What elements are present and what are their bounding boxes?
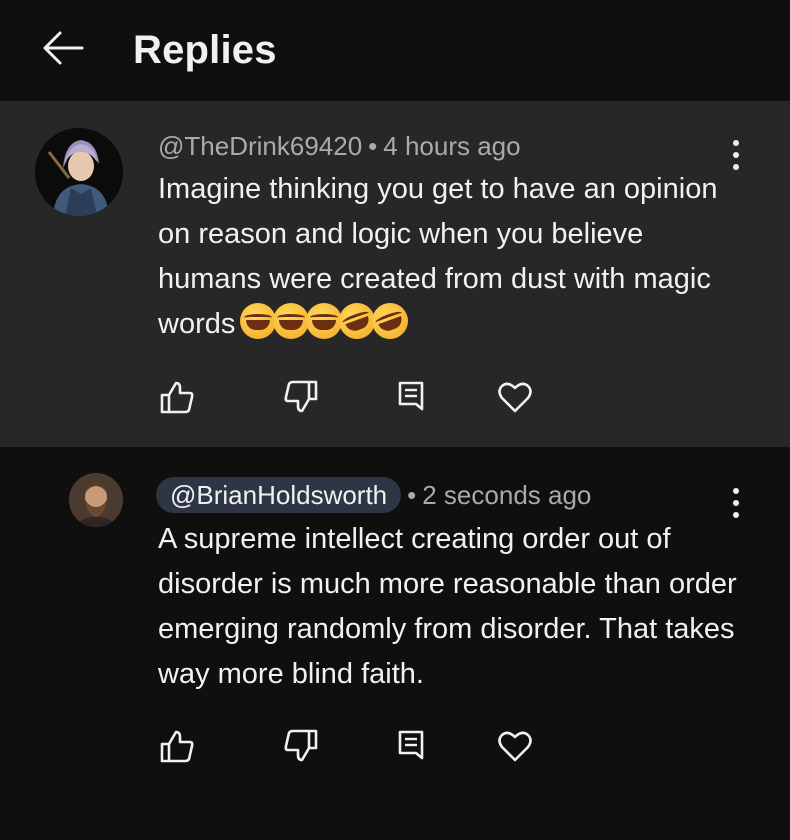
dislike-button[interactable] xyxy=(279,720,323,770)
anime-character-avatar-icon xyxy=(35,128,123,216)
thumbs-down-icon xyxy=(284,380,318,413)
comment-actions xyxy=(0,371,790,421)
arrow-left-icon xyxy=(43,31,84,65)
thumbs-down-icon xyxy=(284,729,318,762)
comment-icon xyxy=(398,381,424,411)
thumbs-up-icon xyxy=(160,381,194,414)
like-button[interactable] xyxy=(155,371,199,421)
laughing-emoji-icon xyxy=(273,303,310,339)
heart-icon xyxy=(498,731,532,762)
heart-button[interactable] xyxy=(493,720,537,770)
meta-separator: • xyxy=(368,131,378,161)
reply-button[interactable] xyxy=(390,371,434,421)
emoji-group xyxy=(240,297,414,345)
back-button[interactable] xyxy=(38,26,88,70)
comment-author-chip[interactable]: @BrianHoldsworth xyxy=(156,477,402,513)
reply-comment: @BrianHoldsworth • 2 seconds ago A supreme… xyxy=(0,447,790,840)
comment-author[interactable]: @TheDrink69420 xyxy=(158,131,362,161)
avatar[interactable] xyxy=(35,128,123,216)
comment-meta: @TheDrink69420 • 4 hours ago xyxy=(158,129,521,163)
comment-icon xyxy=(398,730,424,760)
heart-button[interactable] xyxy=(493,371,537,421)
laughing-emoji-icon xyxy=(240,303,277,339)
laughing-emoji-icon xyxy=(306,303,343,339)
meta-separator: • xyxy=(407,480,417,510)
dislike-button[interactable] xyxy=(279,371,323,421)
thumbs-up-icon xyxy=(160,730,194,763)
comment-time: 4 hours ago xyxy=(383,131,521,161)
top-bar: Replies xyxy=(0,0,790,101)
comment-text: Imagine thinking you get to have an opin… xyxy=(158,167,738,347)
comment-actions xyxy=(0,720,790,770)
parent-comment: @TheDrink69420 • 4 hours ago Imagine think… xyxy=(0,101,790,447)
heart-icon xyxy=(498,382,532,413)
like-button[interactable] xyxy=(155,720,199,770)
rolling-laughing-emoji-icon xyxy=(367,297,414,345)
comment-time: 2 seconds ago xyxy=(422,480,592,510)
page-title: Replies xyxy=(133,28,277,72)
avatar[interactable] xyxy=(69,473,123,527)
reply-button[interactable] xyxy=(390,720,434,770)
comment-meta: @BrianHoldsworth • 2 seconds ago xyxy=(156,477,592,513)
bearded-man-avatar-icon xyxy=(69,473,123,527)
comment-text: A supreme intellect creating order out o… xyxy=(158,523,737,690)
